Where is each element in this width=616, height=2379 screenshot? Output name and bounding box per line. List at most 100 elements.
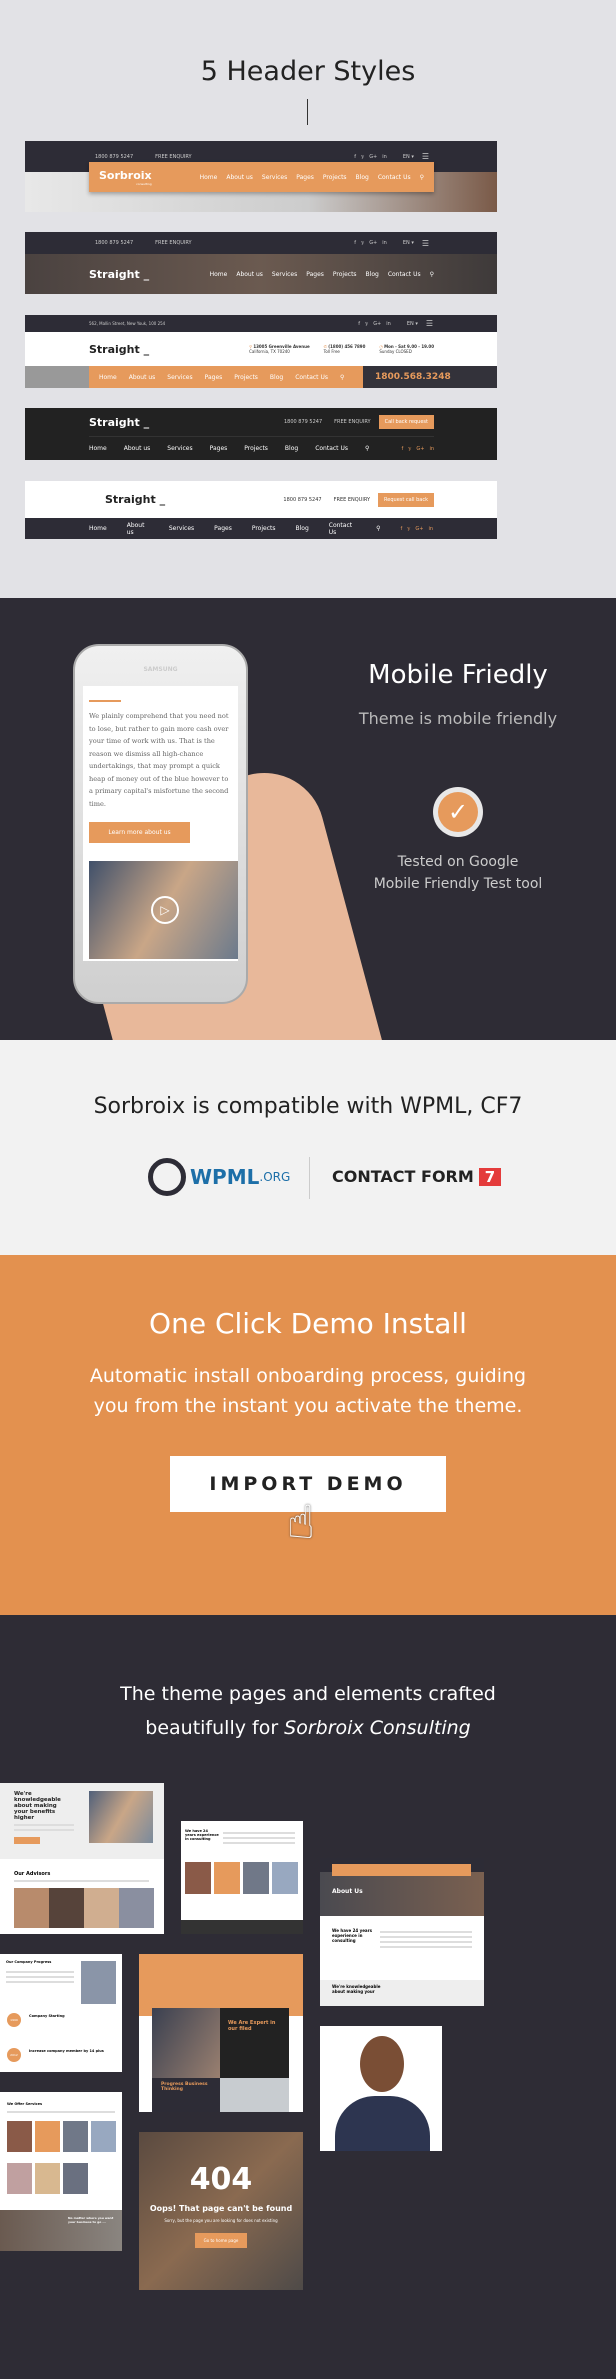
linkedin-icon[interactable]: in [429, 446, 434, 452]
linkedin-icon[interactable]: in [382, 240, 387, 246]
facebook-icon[interactable]: f [354, 154, 356, 160]
compat-title: Sorbroix is compatible with WPML, CF7 [93, 1094, 523, 1119]
facebook-icon[interactable]: f [401, 446, 403, 452]
nav-blog[interactable]: Blog [295, 525, 308, 532]
page-thumbnail-404[interactable]: 404 Oops! That page can't be found Sorry… [139, 2132, 303, 2290]
nav-home[interactable]: Home [200, 174, 218, 181]
enquiry-link[interactable]: FREE ENQUIRY [155, 154, 191, 160]
nav-projects[interactable]: Projects [234, 374, 258, 381]
twitter-icon[interactable]: 𝕪 [365, 321, 368, 327]
menu-icon[interactable]: ☰ [426, 319, 433, 328]
nav-pages[interactable]: Pages [306, 271, 324, 278]
page-thumbnail-about-us[interactable]: About Us We have 24 years experience in … [320, 1858, 484, 2006]
nav-bar: Sorbroix consulting Home About us Services P… [89, 162, 434, 192]
facebook-icon[interactable]: f [400, 526, 402, 532]
page-thumbnail-about-2[interactable]: We have 24 years experience in consultin… [181, 1821, 303, 1934]
nav-blog[interactable]: Blog [366, 271, 379, 278]
menu-icon[interactable]: ☰ [422, 152, 429, 161]
logo[interactable]: Straight _ [89, 416, 149, 429]
twitter-icon[interactable]: 𝕪 [361, 240, 364, 246]
language-select[interactable]: EN ▾ [403, 154, 414, 160]
linkedin-icon[interactable]: in [428, 526, 433, 532]
nav-contact[interactable]: Contact Us [378, 174, 411, 181]
nav-contact[interactable]: Contact Us [315, 445, 348, 452]
nav-pages[interactable]: Pages [214, 525, 232, 532]
address-text: 562, Mallin Street, New Youk, 100 254 [89, 321, 166, 326]
nav-blog[interactable]: Blog [356, 174, 369, 181]
nav-about[interactable]: About us [236, 271, 263, 278]
nav-contact[interactable]: Contact Us [388, 271, 421, 278]
page-thumbnail-services[interactable]: We Offer Services No matter where you wa… [0, 2092, 122, 2251]
nav-services[interactable]: Services [167, 445, 192, 452]
phone-mockup: SAMSUNG We plainly comprehend that you n… [73, 644, 248, 1004]
phone-text: 1800 879 5247 [95, 153, 134, 160]
video-thumbnail[interactable]: ▷ [89, 861, 238, 959]
nav-projects[interactable]: Projects [252, 525, 276, 532]
search-icon[interactable]: ⚲ [365, 445, 369, 452]
facebook-icon[interactable]: f [358, 321, 360, 327]
team-member-photo[interactable] [320, 2026, 442, 2151]
nav-services[interactable]: Services [169, 525, 194, 532]
logo[interactable]: Straight _ [89, 268, 149, 281]
search-icon[interactable]: ⚲ [430, 271, 434, 278]
nav-about[interactable]: About us [226, 174, 253, 181]
language-select[interactable]: EN ▾ [403, 240, 414, 246]
nav-home[interactable]: Home [89, 525, 107, 532]
nav-about[interactable]: About us [127, 522, 149, 536]
nav-projects[interactable]: Projects [333, 271, 357, 278]
big-phone[interactable]: 1800.568.3248 [363, 366, 497, 388]
mobile-title: Mobile Friedly [368, 660, 548, 690]
callback-button[interactable]: Call back request [378, 415, 434, 429]
nav-blog[interactable]: Blog [285, 445, 298, 452]
request-callback-button[interactable]: Request call back [378, 492, 434, 507]
nav-projects[interactable]: Projects [244, 445, 268, 452]
logo-sub: consulting [136, 181, 152, 186]
search-icon[interactable]: ⚲ [340, 374, 344, 381]
learn-more-button[interactable]: Learn more about us [89, 822, 190, 843]
twitter-icon[interactable]: 𝕪 [408, 446, 411, 452]
facebook-icon[interactable]: f [354, 240, 356, 246]
language-select[interactable]: EN ▾ [407, 321, 418, 327]
nav-pages[interactable]: Pages [205, 374, 223, 381]
phone-text: 1800 879 5247 [283, 496, 322, 503]
logo[interactable]: Straight _ [89, 343, 149, 356]
logo[interactable]: Straight _ [105, 493, 165, 506]
nav-pages[interactable]: Pages [210, 445, 228, 452]
nav-home[interactable]: Home [210, 271, 228, 278]
enquiry-link[interactable]: FREE ENQUIRY [334, 497, 370, 503]
page-thumbnail-progress[interactable]: Our Company Progress 1999 Company Starti… [0, 1954, 122, 2072]
play-icon[interactable]: ▷ [151, 896, 179, 924]
google-plus-icon[interactable]: G+ [369, 154, 377, 160]
nav-blog[interactable]: Blog [270, 374, 283, 381]
nav-services[interactable]: Services [272, 271, 297, 278]
twitter-icon[interactable]: 𝕪 [361, 154, 364, 160]
page-thumbnail-expert[interactable]: We Are Expert in our filed Progress Busi… [139, 1954, 303, 2112]
google-plus-icon[interactable]: G+ [415, 526, 423, 532]
google-plus-icon[interactable]: G+ [373, 321, 381, 327]
nav-home[interactable]: Home [89, 445, 107, 452]
nav-about[interactable]: About us [129, 374, 156, 381]
linkedin-icon[interactable]: in [386, 321, 391, 327]
nav-projects[interactable]: Projects [323, 174, 347, 181]
google-plus-icon[interactable]: G+ [369, 240, 377, 246]
nav-contact[interactable]: Contact Us [295, 374, 328, 381]
nav-contact[interactable]: Contact Us [329, 522, 356, 536]
nav-services[interactable]: Services [262, 174, 287, 181]
nav-pages[interactable]: Pages [296, 174, 314, 181]
search-icon[interactable]: ⚲ [376, 525, 380, 532]
nav-about[interactable]: About us [124, 445, 151, 452]
page-thumbnail-home[interactable]: We're knowledgeable about making your be… [0, 1783, 164, 1934]
nav-home[interactable]: Home [99, 374, 117, 381]
logo[interactable]: Sorbroix [99, 169, 152, 182]
demo-text: Automatic install onboarding process, gu… [89, 1365, 527, 1417]
menu-icon[interactable]: ☰ [422, 239, 429, 248]
nav-services[interactable]: Services [167, 374, 192, 381]
linkedin-icon[interactable]: in [382, 154, 387, 160]
twitter-icon[interactable]: 𝕪 [407, 526, 410, 532]
enquiry-link[interactable]: FREE ENQUIRY [334, 419, 370, 425]
go-home-button[interactable]: Go to home page [195, 2233, 247, 2248]
google-plus-icon[interactable]: G+ [416, 446, 424, 452]
enquiry-link[interactable]: FREE ENQUIRY [155, 240, 191, 246]
search-icon[interactable]: ⚲ [420, 174, 424, 181]
phone-text: 1800 879 5247 [283, 419, 323, 425]
